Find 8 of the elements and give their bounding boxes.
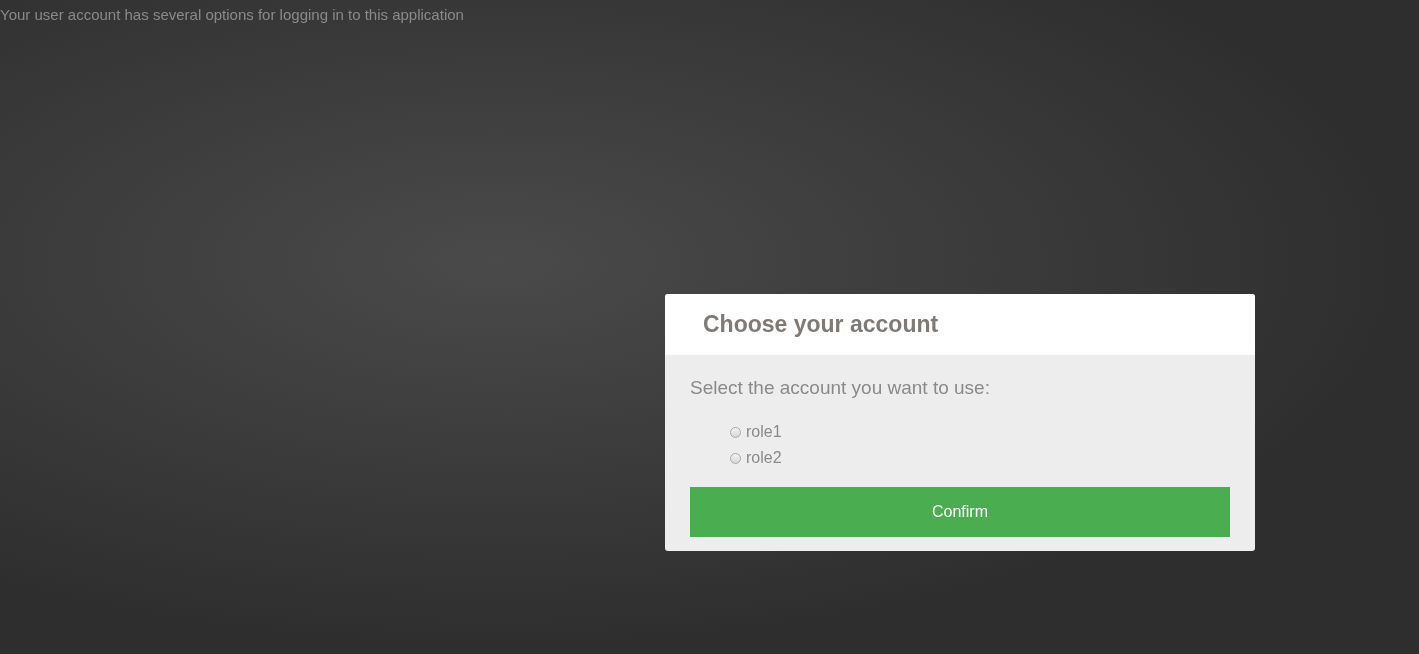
- radio-button[interactable]: [730, 452, 741, 464]
- option-label[interactable]: role2: [746, 449, 782, 467]
- option-label[interactable]: role1: [746, 423, 782, 441]
- confirm-button[interactable]: Confirm: [690, 487, 1230, 537]
- notice-text: Your user account has several options for logging in to this application: [0, 5, 464, 24]
- prompt-text: Select the account you want to use:: [690, 377, 991, 399]
- dialog-title: Choose your account: [703, 311, 939, 338]
- radio-button[interactable]: [730, 426, 741, 438]
